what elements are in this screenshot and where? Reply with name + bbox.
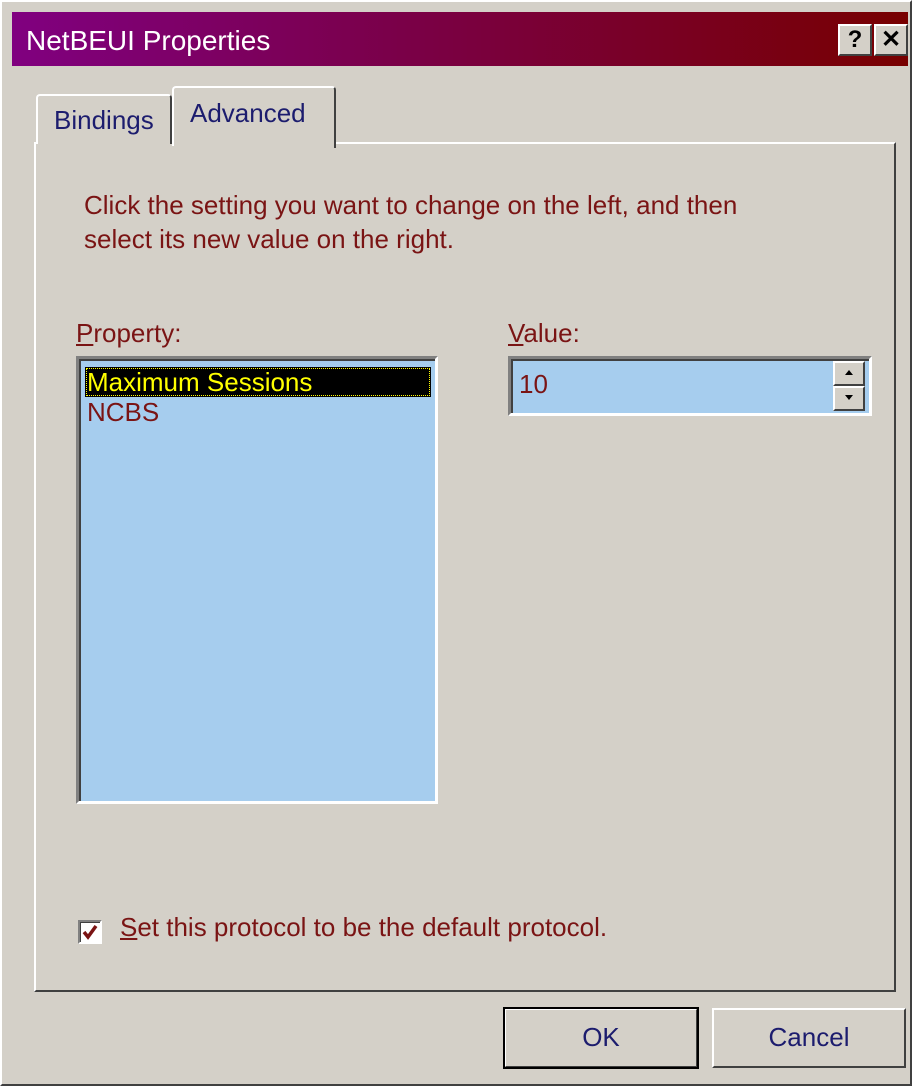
help-icon: ?: [847, 26, 863, 53]
default-protocol-label[interactable]: Set this protocol to be the default prot…: [120, 912, 607, 942]
arrow-up-icon: [845, 370, 853, 375]
property-listbox[interactable]: Maximum Sessions NCBS: [76, 356, 438, 804]
properties-dialog: NetBEUI Properties ? ✕ Bindings Advanced…: [0, 0, 912, 1086]
window-title: NetBEUI Properties: [26, 25, 271, 56]
value-label: Value:: [508, 318, 580, 348]
tab-bindings-label: Bindings: [54, 105, 154, 135]
close-icon: ✕: [880, 26, 902, 53]
spin-down-button[interactable]: [833, 386, 865, 411]
value-label-text: alue:: [523, 318, 580, 348]
instructions-text: Click the setting you want to change on …: [84, 190, 738, 254]
default-protocol-text: et this protocol to be the default proto…: [137, 912, 608, 942]
title-bar[interactable]: NetBEUI Properties ? ✕: [12, 12, 908, 66]
property-item-maximum-sessions[interactable]: Maximum Sessions: [85, 367, 431, 397]
tab-advanced-label: Advanced: [190, 98, 306, 128]
help-button[interactable]: ?: [838, 24, 872, 56]
spin-up-button[interactable]: [833, 361, 865, 386]
default-protocol-checkbox[interactable]: [78, 920, 102, 944]
property-label-accesskey: P: [76, 318, 94, 348]
value-spinner[interactable]: 10: [508, 356, 872, 416]
cancel-button[interactable]: Cancel: [712, 1008, 906, 1068]
checkmark-icon: [82, 924, 98, 940]
value-label-accesskey: V: [508, 318, 524, 348]
ok-button[interactable]: OK: [503, 1007, 699, 1069]
tab-advanced[interactable]: Advanced: [172, 86, 336, 152]
default-protocol-accesskey: S: [120, 912, 138, 942]
property-label-text: roperty:: [93, 318, 182, 348]
arrow-down-icon: [845, 395, 853, 400]
close-button[interactable]: ✕: [874, 24, 908, 56]
property-item-ncbs[interactable]: NCBS: [85, 397, 431, 427]
tab-bindings[interactable]: Bindings: [36, 94, 172, 144]
value-input[interactable]: 10: [519, 369, 548, 399]
property-label: Property:: [76, 318, 182, 348]
